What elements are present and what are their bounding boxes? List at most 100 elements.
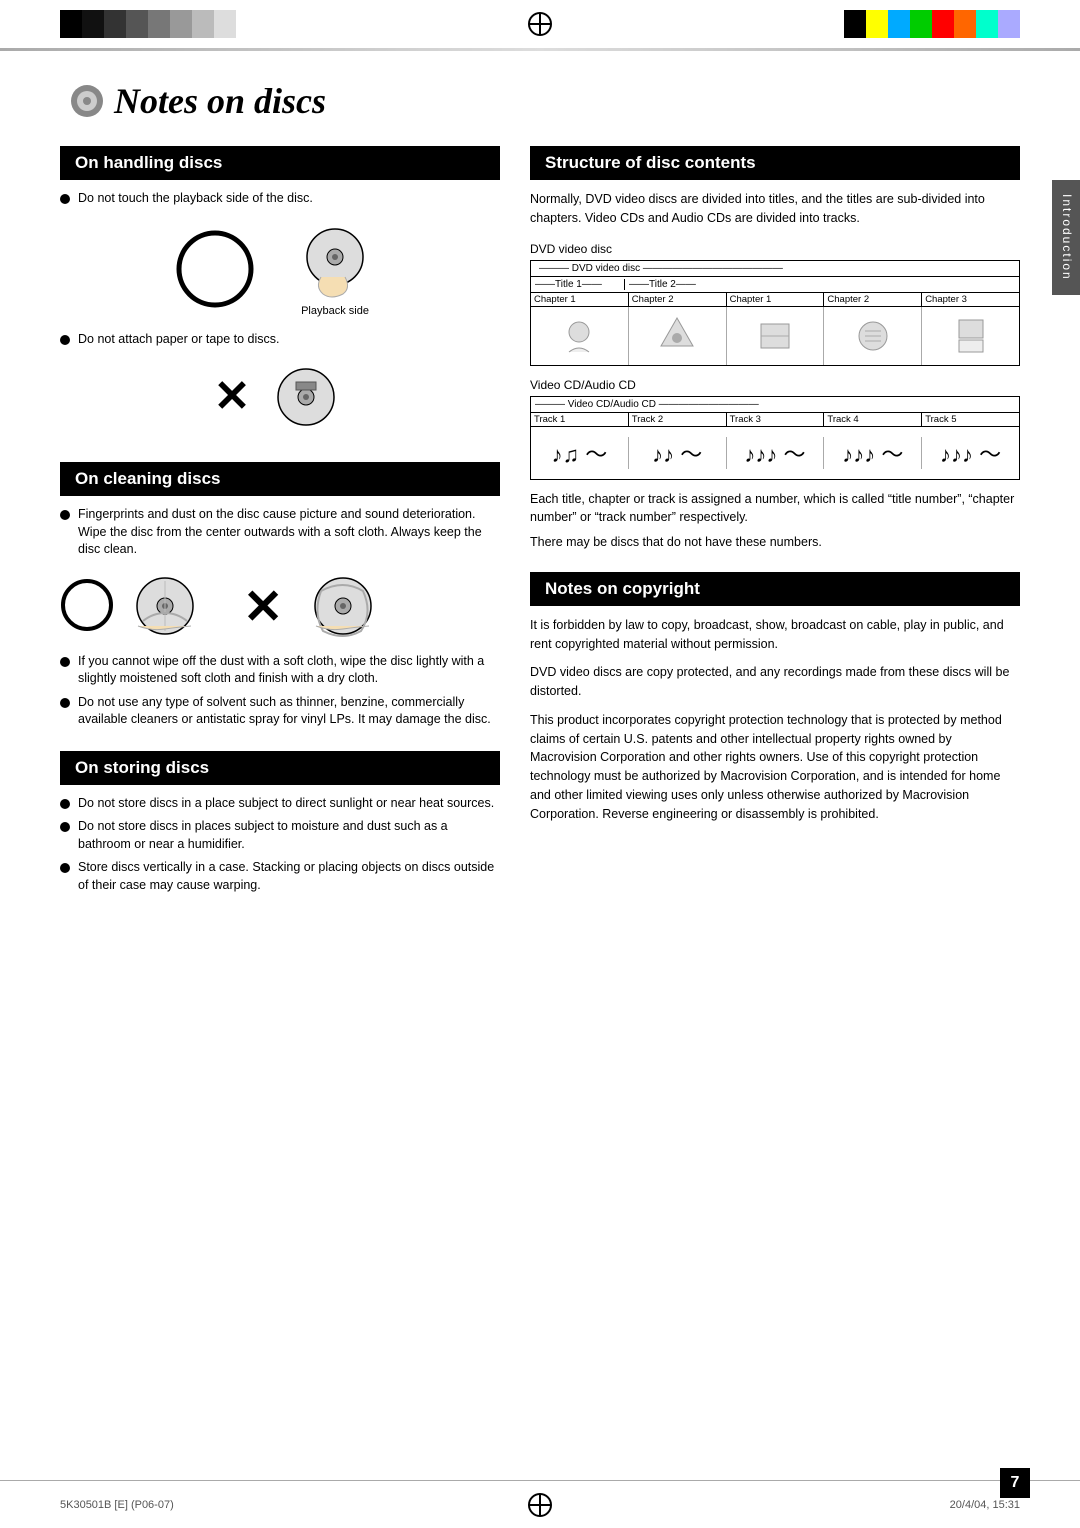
cleaning-bullet3: Do not use any type of solvent such as t… (60, 694, 500, 729)
page-title: Notes on discs (70, 80, 1020, 122)
cleaning-section: On cleaning discs Fingerprints and dust … (60, 462, 500, 729)
track1-label: Track 1 (531, 413, 629, 426)
dvd-diagram-title: DVD video disc (530, 242, 1020, 256)
vcd-cell-2: ♪♪ ～ (629, 437, 727, 469)
title1-label: ——Title 1—— (535, 279, 625, 290)
bullet-dot (60, 799, 70, 809)
structure-section: Structure of disc contents Normally, DVD… (530, 146, 1020, 552)
storing-section: On storing discs Do not store discs in a… (60, 751, 500, 895)
clean-ok-disc (123, 571, 208, 641)
tape-disc-svg (266, 362, 346, 432)
track3-label: Track 3 (727, 413, 825, 426)
dvd-cell-2 (629, 307, 727, 365)
main-content: Notes on discs On handling discs Do not … (60, 80, 1020, 1448)
storing-bullet1: Do not store discs in a place subject to… (60, 795, 500, 813)
vcd-cell-1: ♪♫ ～ (531, 437, 629, 469)
structure-desc1: Each title, chapter or track is assigned… (530, 490, 1020, 528)
copyright-section: Notes on copyright It is forbidden by la… (530, 572, 1020, 824)
footer-center (380, 1495, 700, 1515)
dvd-cell-1 (531, 307, 629, 365)
track2-label: Track 2 (629, 413, 727, 426)
ok-circle-icon (175, 229, 255, 309)
color-registration-squares (844, 10, 1020, 38)
bullet-dot (60, 510, 70, 520)
page-title-area: Notes on discs (60, 80, 1020, 122)
top-bar (0, 0, 1080, 48)
structure-header: Structure of disc contents (530, 146, 1020, 180)
page-number-box: 7 (1000, 1468, 1030, 1498)
copyright-header: Notes on copyright (530, 572, 1020, 606)
copyright-text3: This product incorporates copyright prot… (530, 711, 1020, 824)
storing-header: On storing discs (60, 751, 500, 785)
left-column: On handling discs Do not touch the playb… (60, 146, 500, 900)
clean-ok-circle (60, 578, 115, 633)
structure-intro: Normally, DVD video discs are divided in… (530, 190, 1020, 228)
top-line (0, 48, 1080, 51)
structure-desc2: There may be discs that do not have thes… (530, 533, 1020, 552)
handling-bullet1: Do not touch the playback side of the di… (60, 190, 500, 208)
storing-bullet3: Store discs vertically in a case. Stacki… (60, 859, 500, 894)
vcd-diagram-title: Video CD/Audio CD (530, 378, 1020, 392)
vcd-cell-3: ♪♪♪ ～ (727, 437, 825, 469)
chapter2-label: Chapter 2 (629, 293, 727, 306)
bottom-bar: 5K30501B [E] (P06-07) 20/4/04, 15:31 (0, 1480, 1080, 1528)
clean-no-x: ✕ (238, 578, 293, 633)
cleaning-bullet1: Fingerprints and dust on the disc cause … (60, 506, 500, 559)
bullet-dot (60, 822, 70, 832)
bottom-crosshair-icon (530, 1495, 550, 1515)
vcd-cell-4: ♪♪♪ ～ (824, 437, 922, 469)
bullet-dot (60, 863, 70, 873)
dvd-cell-5 (922, 307, 1019, 365)
dvd-diagram: DVD video disc ——— DVD video disc ——————… (530, 242, 1020, 366)
right-column: Structure of disc contents Normally, DVD… (530, 146, 1020, 900)
disc-hand-illustration: Playback side (285, 222, 385, 317)
no-tape-illustration: ✕ (60, 362, 500, 432)
chapter4-label: Chapter 2 (824, 293, 922, 306)
crosshair-icon (530, 14, 550, 34)
disc-hand-svg (285, 222, 385, 302)
chapter5-label: Chapter 3 (922, 293, 1019, 306)
x-mark-icon: ✕ (214, 375, 251, 419)
sidebar-introduction-tab: Introduction (1052, 180, 1080, 295)
handling-illustration: Playback side (60, 222, 500, 317)
dvd-disc-label: ——— DVD video disc —————————————— (535, 263, 1015, 274)
footer-left: 5K30501B [E] (P06-07) (0, 1499, 380, 1511)
copyright-text1: It is forbidden by law to copy, broadcas… (530, 616, 1020, 654)
track4-label: Track 4 (824, 413, 922, 426)
title2-label: ——Title 2—— (629, 279, 1015, 290)
bullet-dot (60, 335, 70, 345)
dvd-cell-3 (727, 307, 825, 365)
registration-squares (60, 10, 236, 38)
storing-bullet2: Do not store discs in places subject to … (60, 818, 500, 853)
cleaning-header: On cleaning discs (60, 462, 500, 496)
chapter3-label: Chapter 1 (727, 293, 825, 306)
playback-side-label: Playback side (285, 305, 385, 317)
handling-bullet2: Do not attach paper or tape to discs. (60, 331, 500, 349)
clean-no: ✕ (238, 571, 386, 641)
bullet-dot (60, 194, 70, 204)
track5-label: Track 5 (922, 413, 1019, 426)
title-icon (70, 84, 104, 118)
cleaning-bullet2: If you cannot wipe off the dust with a s… (60, 653, 500, 688)
top-bar-right (760, 0, 1080, 48)
vcd-diagram: Video CD/Audio CD ——— Video CD/Audio CD … (530, 378, 1020, 480)
top-bar-center (320, 14, 760, 34)
vcd-cell-5: ♪♪♪ ～ (922, 437, 1019, 469)
copyright-text2: DVD video discs are copy protected, and … (530, 663, 1020, 701)
vcd-disc-header: ——— Video CD/Audio CD —————————— (535, 399, 759, 410)
two-column-layout: On handling discs Do not touch the playb… (60, 146, 1020, 900)
handling-section: On handling discs Do not touch the playb… (60, 146, 500, 432)
chapter1-label: Chapter 1 (531, 293, 629, 306)
cleaning-illustration: ✕ (60, 571, 500, 641)
svg-text:✕: ✕ (243, 581, 283, 633)
disc-ok (175, 229, 255, 309)
dvd-cell-4 (824, 307, 922, 365)
page-title-text: Notes on discs (114, 80, 326, 122)
clean-ok (60, 571, 208, 641)
handling-header: On handling discs (60, 146, 500, 180)
footer-right: 20/4/04, 15:31 (700, 1499, 1080, 1511)
top-bar-left (0, 0, 320, 48)
clean-no-disc (301, 571, 386, 641)
bullet-dot (60, 698, 70, 708)
bullet-dot (60, 657, 70, 667)
